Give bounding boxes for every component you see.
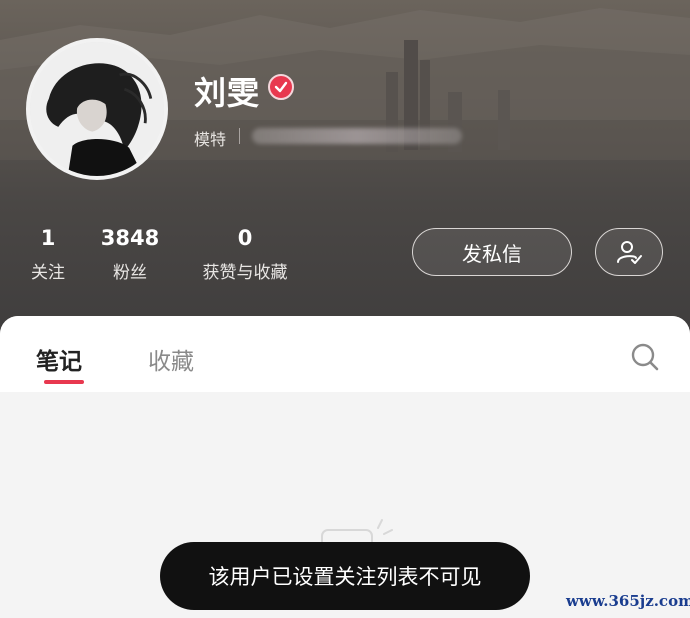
search-icon[interactable] <box>630 342 660 372</box>
info-divider <box>239 128 240 144</box>
avatar[interactable] <box>26 38 168 180</box>
following-count: 1 <box>40 226 56 250</box>
stat-following[interactable]: 1 关注 <box>26 226 70 283</box>
active-tab-indicator <box>44 380 84 384</box>
followers-count: 3848 <box>100 226 160 250</box>
send-message-button[interactable]: 发私信 <box>412 228 572 276</box>
likes-label: 获赞与收藏 <box>202 263 288 283</box>
stat-followers[interactable]: 3848 粉丝 <box>98 226 162 283</box>
stat-likes-collects[interactable]: 0 获赞与收藏 <box>192 226 298 283</box>
tab-collections[interactable]: 收藏 <box>148 342 194 376</box>
followers-label: 粉丝 <box>113 263 147 283</box>
following-label: 关注 <box>31 263 65 283</box>
profile-header: 刘雯 模特 1 关注 3848 粉丝 0 获赞与收藏 发私信 <box>0 0 690 340</box>
verified-check-icon <box>268 74 294 100</box>
tab-bar: 笔记 收藏 <box>0 316 690 392</box>
follow-button[interactable] <box>595 228 663 276</box>
likes-count: 0 <box>237 226 253 250</box>
user-check-icon <box>617 241 642 264</box>
profession-label: 模特 <box>194 130 227 149</box>
profile-name: 刘雯 <box>194 74 261 112</box>
toast-message: 该用户已设置关注列表不可见 <box>160 542 530 610</box>
blurred-user-id <box>252 128 462 144</box>
site-watermark: www.365jz.com <box>566 592 690 610</box>
tab-notes[interactable]: 笔记 <box>36 342 82 376</box>
avatar-photo <box>30 42 164 176</box>
